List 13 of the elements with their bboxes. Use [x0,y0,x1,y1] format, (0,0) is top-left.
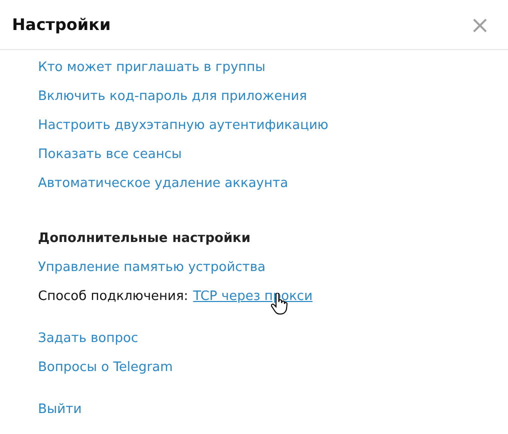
settings-link[interactable]: Включить код-пароль для приложения [38,86,307,106]
settings-link[interactable]: Управление памятью устройства [38,258,266,278]
close-button[interactable]: × [470,12,490,36]
window-title: Настройки [12,14,111,36]
setting-label: Способ подключения: [38,288,188,306]
settings-link[interactable]: Выйти [38,400,82,420]
settings-link[interactable]: Настроить двухэтапную аутентификацию [38,116,328,136]
section-heading: Дополнительные настройки [38,230,250,248]
settings-link[interactable]: Показать все сеансы [38,144,182,164]
settings-link[interactable]: Задать вопрос [38,328,138,348]
settings-link[interactable]: Автоматическое удаление аккаунта [38,174,288,194]
settings-link[interactable]: Кто может приглашать в группы [38,58,266,78]
settings-link[interactable]: Вопросы о Telegram [38,358,173,378]
